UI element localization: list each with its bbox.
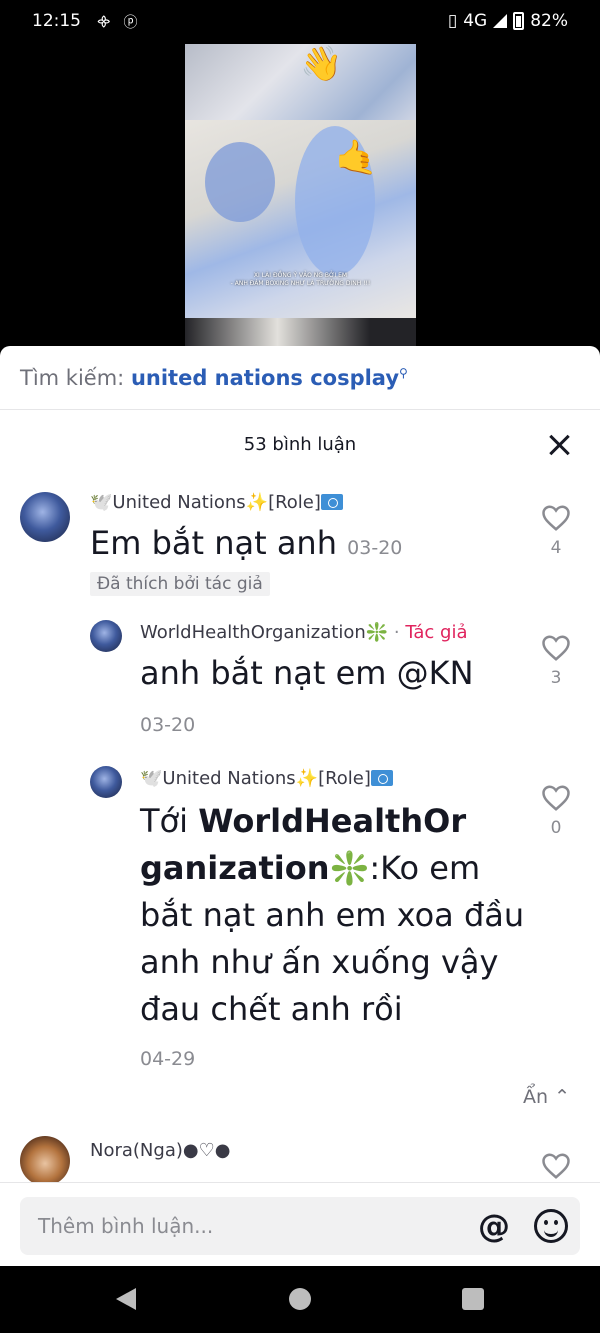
status-bar: 12:15 ᯽ ⓟ ▯ 4G 82% [0, 0, 600, 44]
like-button[interactable] [540, 1152, 572, 1180]
emoji-icon[interactable] [534, 1209, 568, 1243]
dove-icon: 🕊️ [140, 768, 163, 789]
video-caption-line2: - ANH ĐÁM BOXING NHƯ LÀ TRƯỜNG DINH !!! [230, 280, 371, 287]
heart-icon [542, 1153, 570, 1179]
search-suggestion[interactable]: Tìm kiếm: united nations cosplay⚲ [0, 346, 600, 410]
avatar[interactable] [20, 492, 70, 542]
video-caption: XI LÀI ĐỒNG Ý VẢO NG BỞI EM - ANH ĐÁM BO… [185, 272, 416, 288]
search-term-link[interactable]: united nations cosplay [131, 366, 399, 390]
close-icon[interactable] [546, 432, 572, 458]
comment-date: 03-20 [140, 714, 196, 736]
system-nav-bar [0, 1266, 600, 1333]
like-button[interactable]: 3 [540, 634, 572, 688]
comment-count-title: 53 bình luận [243, 434, 357, 455]
notification-icons: ᯽ ⓟ [96, 12, 138, 32]
sparkle-icon: ✨ [245, 492, 269, 513]
avatar[interactable] [90, 620, 122, 652]
un-flag-icon [320, 494, 343, 510]
comment-input[interactable]: Thêm bình luận... @ [20, 1197, 580, 1255]
comment-text: anh bắt nạt em @KN [140, 654, 474, 692]
battery-label: 82% [530, 11, 568, 31]
cosplayer-left-image [205, 142, 275, 222]
comment-sheet: Tìm kiếm: united nations cosplay⚲ 53 bìn… [0, 346, 600, 1266]
status-time: 12:15 [32, 11, 81, 31]
like-count: 0 [550, 818, 562, 838]
comment-username[interactable]: 🕊️United Nations✨[Role] [140, 768, 393, 789]
cover-face-icon: 🤙 [335, 138, 378, 178]
voicemail-icon: ᯽ [96, 14, 112, 30]
comment-username[interactable]: 🕊️United Nations✨[Role] [90, 492, 343, 513]
comment-text: Em bắt nạt anh 03-20 [90, 524, 403, 562]
un-flag-icon [370, 770, 393, 786]
comment-username[interactable]: Nora(Nga)●♡● [90, 1140, 230, 1161]
chevron-up-icon: ⌃ [554, 1086, 570, 1108]
vibrate-icon: ▯ [447, 11, 458, 31]
video-preview[interactable]: 👋 🤙 XI LÀI ĐỒNG Ý VẢO NG BỞI EM - ANH ĐÁ… [185, 44, 416, 350]
avatar[interactable] [20, 1136, 70, 1186]
network-label: 4G [463, 11, 488, 31]
hide-replies-button[interactable]: Ẩn ⌃ [523, 1086, 570, 1108]
comment-date: 03-20 [347, 537, 403, 559]
sparkle-icon: ✨ [295, 768, 319, 789]
liked-by-author-badge: Đã thích bởi tác giả [90, 572, 270, 596]
battery-icon [513, 12, 525, 30]
like-count: 4 [550, 538, 562, 558]
signal-icon [493, 14, 508, 28]
heart-icon [542, 505, 570, 531]
heart-icon [542, 635, 570, 661]
mention-button[interactable]: @ [478, 1207, 510, 1245]
like-button[interactable]: 0 [540, 784, 572, 838]
search-icon: ⚲ [399, 366, 408, 380]
comment-text: Tới WorldHealthOr ganization❇️:Ko em bắt… [140, 802, 525, 1028]
back-icon[interactable] [116, 1288, 136, 1310]
recents-icon[interactable] [462, 1288, 484, 1310]
comment-placeholder: Thêm bình luận... [38, 1214, 214, 1238]
comment-input-bar: Thêm bình luận... @ [0, 1182, 600, 1266]
dove-icon: 🕊️ [90, 492, 113, 513]
heart-icon [542, 785, 570, 811]
video-caption-line1: XI LÀI ĐỒNG Ý VẢO NG BỞI EM [253, 272, 348, 279]
pinterest-icon: ⓟ [123, 15, 138, 31]
avatar[interactable] [90, 766, 122, 798]
search-prefix: Tìm kiếm: [20, 366, 125, 390]
status-right: ▯ 4G 82% [448, 11, 568, 31]
comment-date: 04-29 [140, 1048, 196, 1070]
medical-icon: ❇️ [329, 849, 370, 887]
like-count: 3 [550, 668, 562, 688]
author-tag: Tác giả [405, 622, 468, 643]
like-button[interactable]: 4 [540, 504, 572, 558]
medical-icon: ❇️ [365, 622, 389, 643]
waving-hand-icon: 👋 [300, 44, 343, 84]
home-icon[interactable] [289, 1288, 311, 1310]
comment-username[interactable]: WorldHealthOrganization❇️ · Tác giả [140, 622, 468, 643]
